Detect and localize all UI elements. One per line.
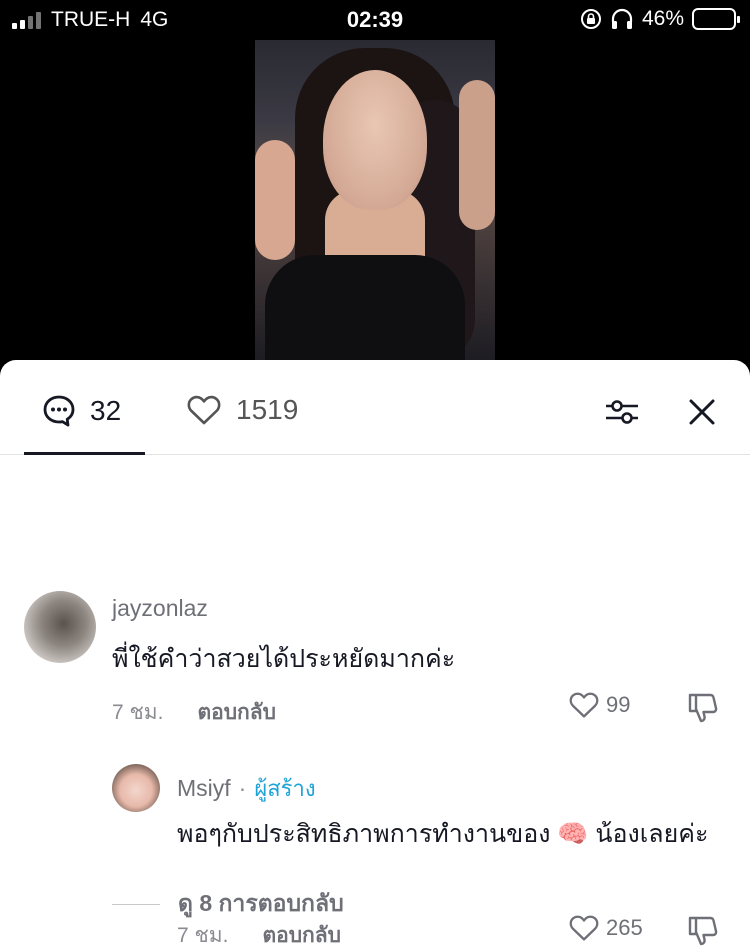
reply-button[interactable]: ตอบกลับ [197, 696, 276, 729]
divider-line [112, 903, 160, 905]
thumbs-down-icon [688, 693, 718, 723]
headphones-icon [611, 8, 633, 29]
reply-meta: 7 ชม. ตอบกลับ [177, 919, 341, 947]
close-icon [689, 399, 715, 425]
likes-count: 1519 [236, 394, 299, 425]
creator-badge: ผู้สร้าง [254, 776, 316, 801]
video-figure-hand-right [459, 80, 495, 230]
filter-button[interactable] [602, 392, 642, 432]
video-figure-hand-left [255, 140, 295, 260]
comment-meta: 7 ชม. ตอบกลับ [112, 696, 276, 729]
avatar[interactable] [112, 764, 160, 812]
reply-username[interactable]: Msiyf [177, 775, 231, 802]
rotation-lock-icon [580, 9, 601, 29]
battery-icon [692, 8, 740, 30]
tab-likes[interactable]: 1519 [186, 394, 298, 426]
status-bar: TRUE-H 4G 02:39 46% [0, 0, 750, 40]
dislike-button[interactable] [686, 691, 720, 725]
comment-username[interactable]: jayzonlaz [112, 595, 208, 622]
comment-time: 7 ชม. [112, 701, 164, 724]
tab-active-indicator [24, 452, 145, 455]
reply-button[interactable]: ตอบกลับ [262, 919, 341, 947]
reply-username-row: Msiyf · ผู้สร้าง [177, 771, 316, 806]
video-figure-top [265, 255, 465, 362]
thumbs-down-icon [688, 916, 718, 946]
dislike-button[interactable] [686, 914, 720, 947]
sheet-tabs: 32 1519 [0, 360, 750, 455]
status-right: 46% [580, 7, 740, 31]
close-button[interactable] [682, 392, 722, 432]
comment-text: พี่ใช้คำว่าสวยได้ประหยัดมากค่ะ [112, 645, 456, 673]
view-replies-label: ดู 8 การตอบกลับ [178, 890, 344, 916]
avatar[interactable] [24, 591, 96, 663]
reply-time: 7 ชม. [177, 924, 229, 947]
reply-text: พอๆกับประสิทธิภาพการทำงานของ 🧠 น้องเลยค่… [177, 820, 709, 848]
sliders-icon [606, 400, 638, 424]
heart-icon [187, 395, 221, 425]
reply-like-button[interactable]: 265 [568, 914, 643, 942]
heart-icon [569, 692, 599, 718]
tab-comments[interactable]: 32 [42, 394, 121, 428]
separator-dot: · [238, 775, 247, 801]
view-replies-button[interactable]: ดู 8 การตอบกลับ [112, 886, 344, 922]
comments-sheet: 32 1519 jayzonlaz พี่ใช้คำว่าสวยได้ประหย… [0, 360, 750, 947]
video-figure-face [323, 70, 427, 210]
video-preview[interactable] [255, 40, 495, 362]
heart-icon [569, 915, 599, 941]
comment-icon [43, 395, 75, 427]
battery-percent: 46% [641, 7, 684, 30]
comment-like-count: 99 [606, 692, 631, 717]
reply-like-count: 265 [606, 915, 643, 940]
comment-like-button[interactable]: 99 [568, 691, 630, 719]
comments-count: 32 [90, 395, 122, 426]
